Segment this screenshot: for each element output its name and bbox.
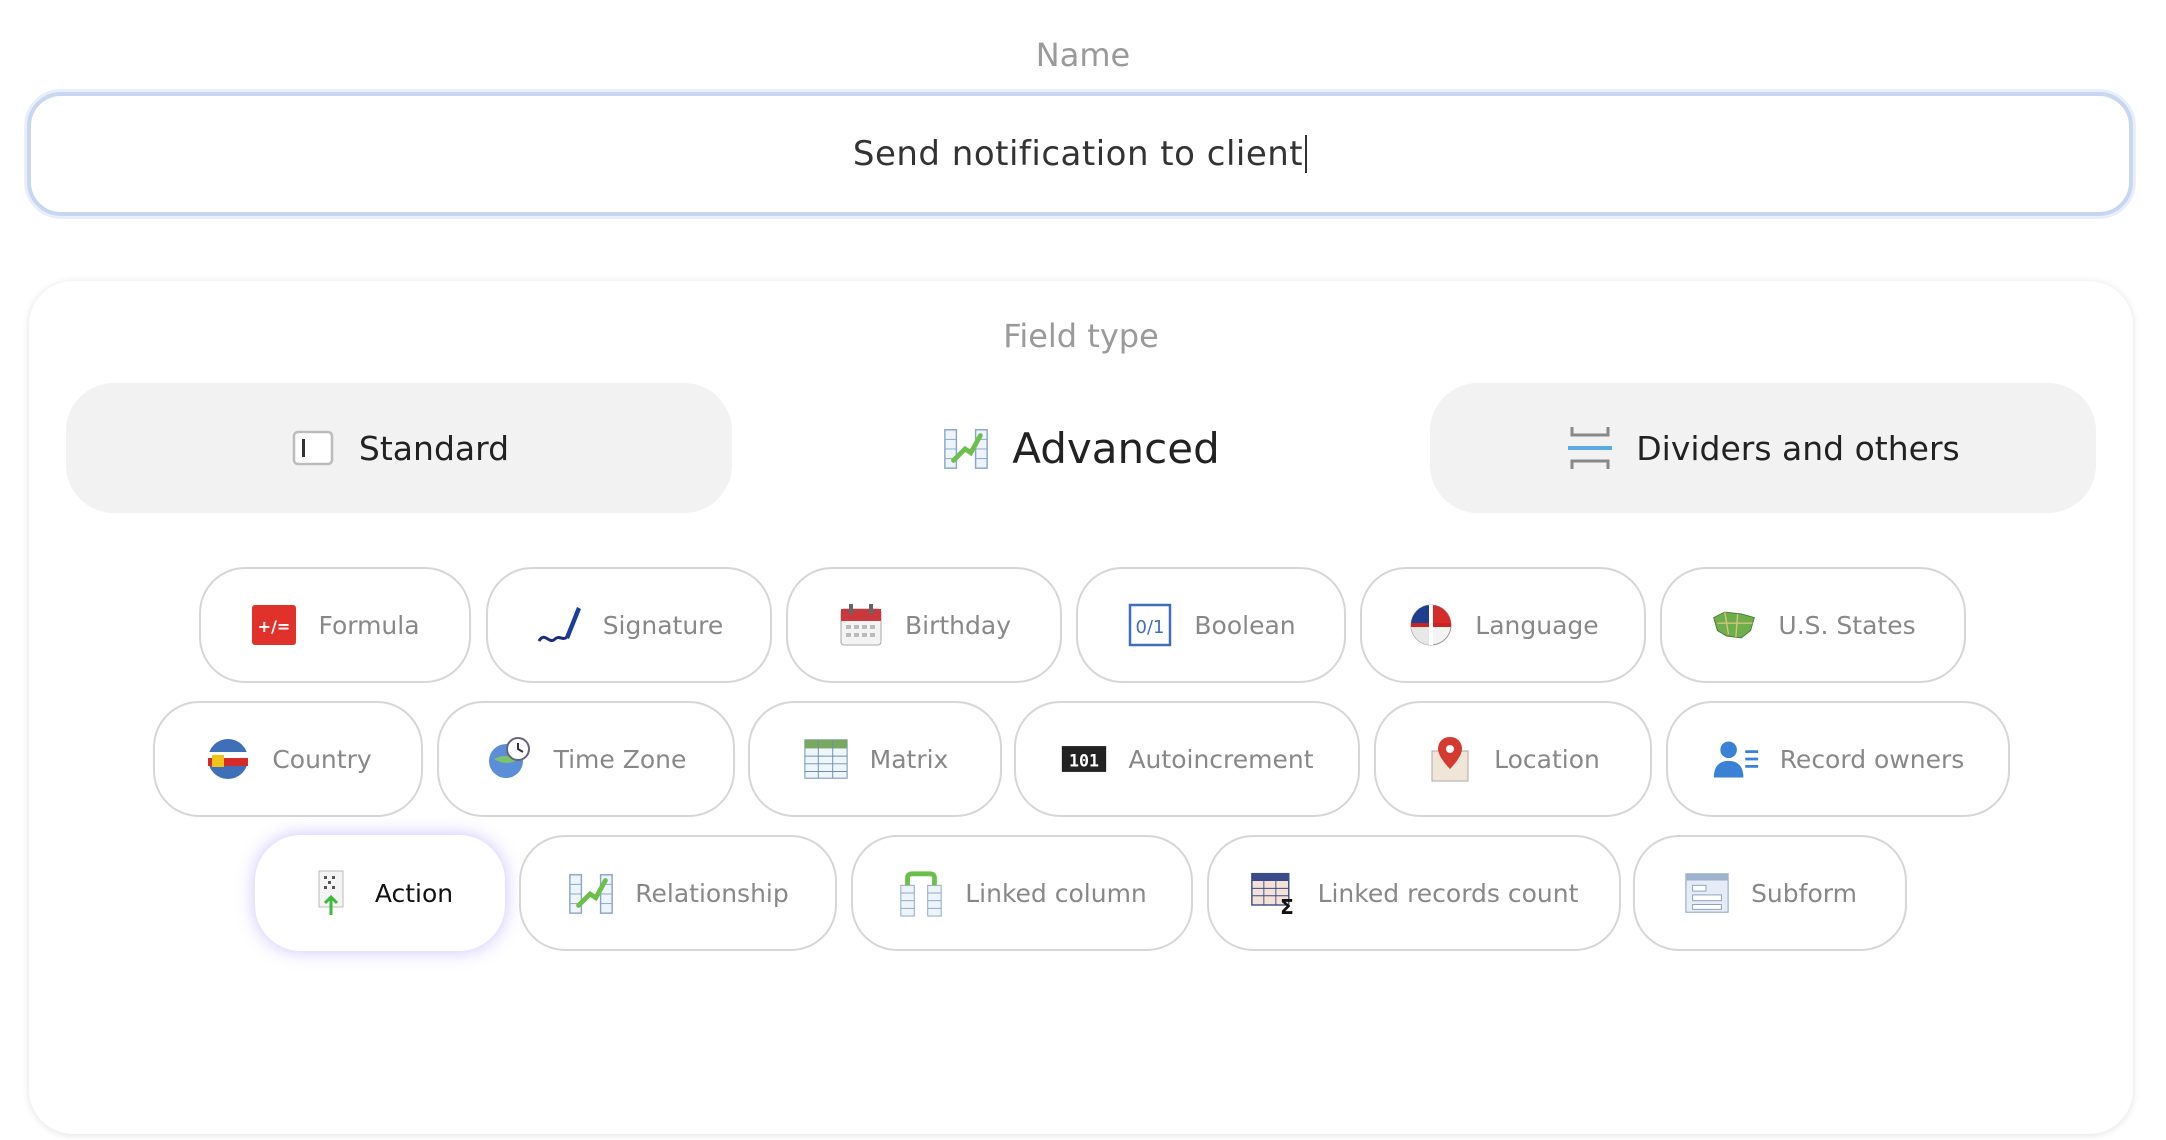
- subform-icon: [1683, 869, 1731, 917]
- name-label: Name: [1035, 36, 1131, 74]
- field-type-panel: Field type Standard Advanced Dividers an…: [29, 281, 2133, 1134]
- type-time-zone[interactable]: Time Zone: [437, 701, 735, 817]
- field-editor: Name Send notification to client Field t…: [0, 0, 2166, 1140]
- action-icon: [307, 869, 355, 917]
- type-label: Subform: [1751, 878, 1857, 908]
- svg-text:+/=: +/=: [258, 617, 291, 636]
- options-row: Country Time Zone Matrix 101 Autoincreme…: [29, 701, 2133, 817]
- type-formula[interactable]: +/= Formula: [199, 567, 471, 683]
- type-label: Location: [1494, 744, 1600, 774]
- signature-icon: [535, 601, 583, 649]
- type-label: Birthday: [904, 610, 1011, 640]
- svg-text:0/1: 0/1: [1136, 617, 1165, 638]
- us-map-icon: [1710, 601, 1758, 649]
- text-caret: [1305, 135, 1308, 173]
- type-label: Action: [374, 878, 454, 908]
- tab-standard[interactable]: Standard: [66, 383, 732, 513]
- divider-icon: [1566, 424, 1614, 472]
- type-label: Relationship: [635, 878, 789, 908]
- type-matrix[interactable]: Matrix: [748, 701, 1002, 817]
- type-label: Formula: [318, 610, 420, 640]
- type-label: Language: [1475, 610, 1599, 640]
- type-action[interactable]: Action: [255, 835, 505, 951]
- user-list-icon: [1712, 735, 1760, 783]
- calendar-icon: [837, 601, 885, 649]
- relationship-icon: [567, 869, 615, 917]
- type-label: U.S. States: [1778, 610, 1916, 640]
- boolean-icon: 0/1: [1126, 601, 1174, 649]
- tab-dividers[interactable]: Dividers and others: [1430, 383, 2096, 513]
- svg-text:101: 101: [1069, 751, 1099, 770]
- field-type-tabs: Standard Advanced Dividers and others: [66, 383, 2096, 513]
- type-label: Matrix: [869, 744, 949, 774]
- type-label: Linked records count: [1317, 878, 1579, 908]
- type-label: Country: [272, 744, 372, 774]
- type-linked-column[interactable]: Linked column: [851, 835, 1193, 951]
- globe-clock-icon: [486, 735, 534, 783]
- type-birthday[interactable]: Birthday: [786, 567, 1062, 683]
- formula-icon: +/=: [250, 601, 298, 649]
- tab-standard-label: Standard: [358, 428, 510, 468]
- type-label: Signature: [602, 610, 724, 640]
- flags-icon: [1407, 601, 1455, 649]
- linked-column-icon: [897, 869, 945, 917]
- counter-icon: 101: [1060, 735, 1108, 783]
- type-linked-records-count[interactable]: Σ Linked records count: [1207, 835, 1621, 951]
- type-label: Time Zone: [553, 744, 687, 774]
- map-pin-icon: [1426, 735, 1474, 783]
- type-boolean[interactable]: 0/1 Boolean: [1076, 567, 1346, 683]
- tab-advanced[interactable]: Advanced: [748, 383, 1414, 513]
- type-label: Boolean: [1194, 610, 1296, 640]
- type-us-states[interactable]: U.S. States: [1660, 567, 1966, 683]
- table-icon: [802, 735, 850, 783]
- type-label: Autoincrement: [1128, 744, 1314, 774]
- text-field-icon: [289, 424, 337, 472]
- type-subform[interactable]: Subform: [1633, 835, 1907, 951]
- globe-flag-icon: [204, 735, 252, 783]
- relationship-icon: [942, 424, 990, 472]
- options-row: +/= Formula Signature Birthday 0/1 Boole…: [29, 567, 2133, 683]
- sum-table-icon: Σ: [1250, 869, 1298, 918]
- type-country[interactable]: Country: [153, 701, 423, 817]
- type-record-owners[interactable]: Record owners: [1666, 701, 2010, 817]
- field-type-label: Field type: [1003, 317, 1159, 355]
- type-autoincrement[interactable]: 101 Autoincrement: [1014, 701, 1360, 817]
- options-row: Action Relationship Linked column Σ Link…: [29, 835, 2133, 951]
- type-language[interactable]: Language: [1360, 567, 1646, 683]
- type-signature[interactable]: Signature: [486, 567, 772, 683]
- tab-advanced-label: Advanced: [1012, 423, 1220, 473]
- tab-dividers-label: Dividers and others: [1636, 428, 1960, 468]
- name-input[interactable]: Send notification to client: [27, 92, 2133, 216]
- type-relationship[interactable]: Relationship: [519, 835, 837, 951]
- name-input-value: Send notification to client: [852, 134, 1304, 174]
- type-label: Record owners: [1779, 744, 1965, 774]
- svg-text:Σ: Σ: [1280, 895, 1294, 918]
- type-location[interactable]: Location: [1374, 701, 1652, 817]
- type-label: Linked column: [965, 878, 1147, 908]
